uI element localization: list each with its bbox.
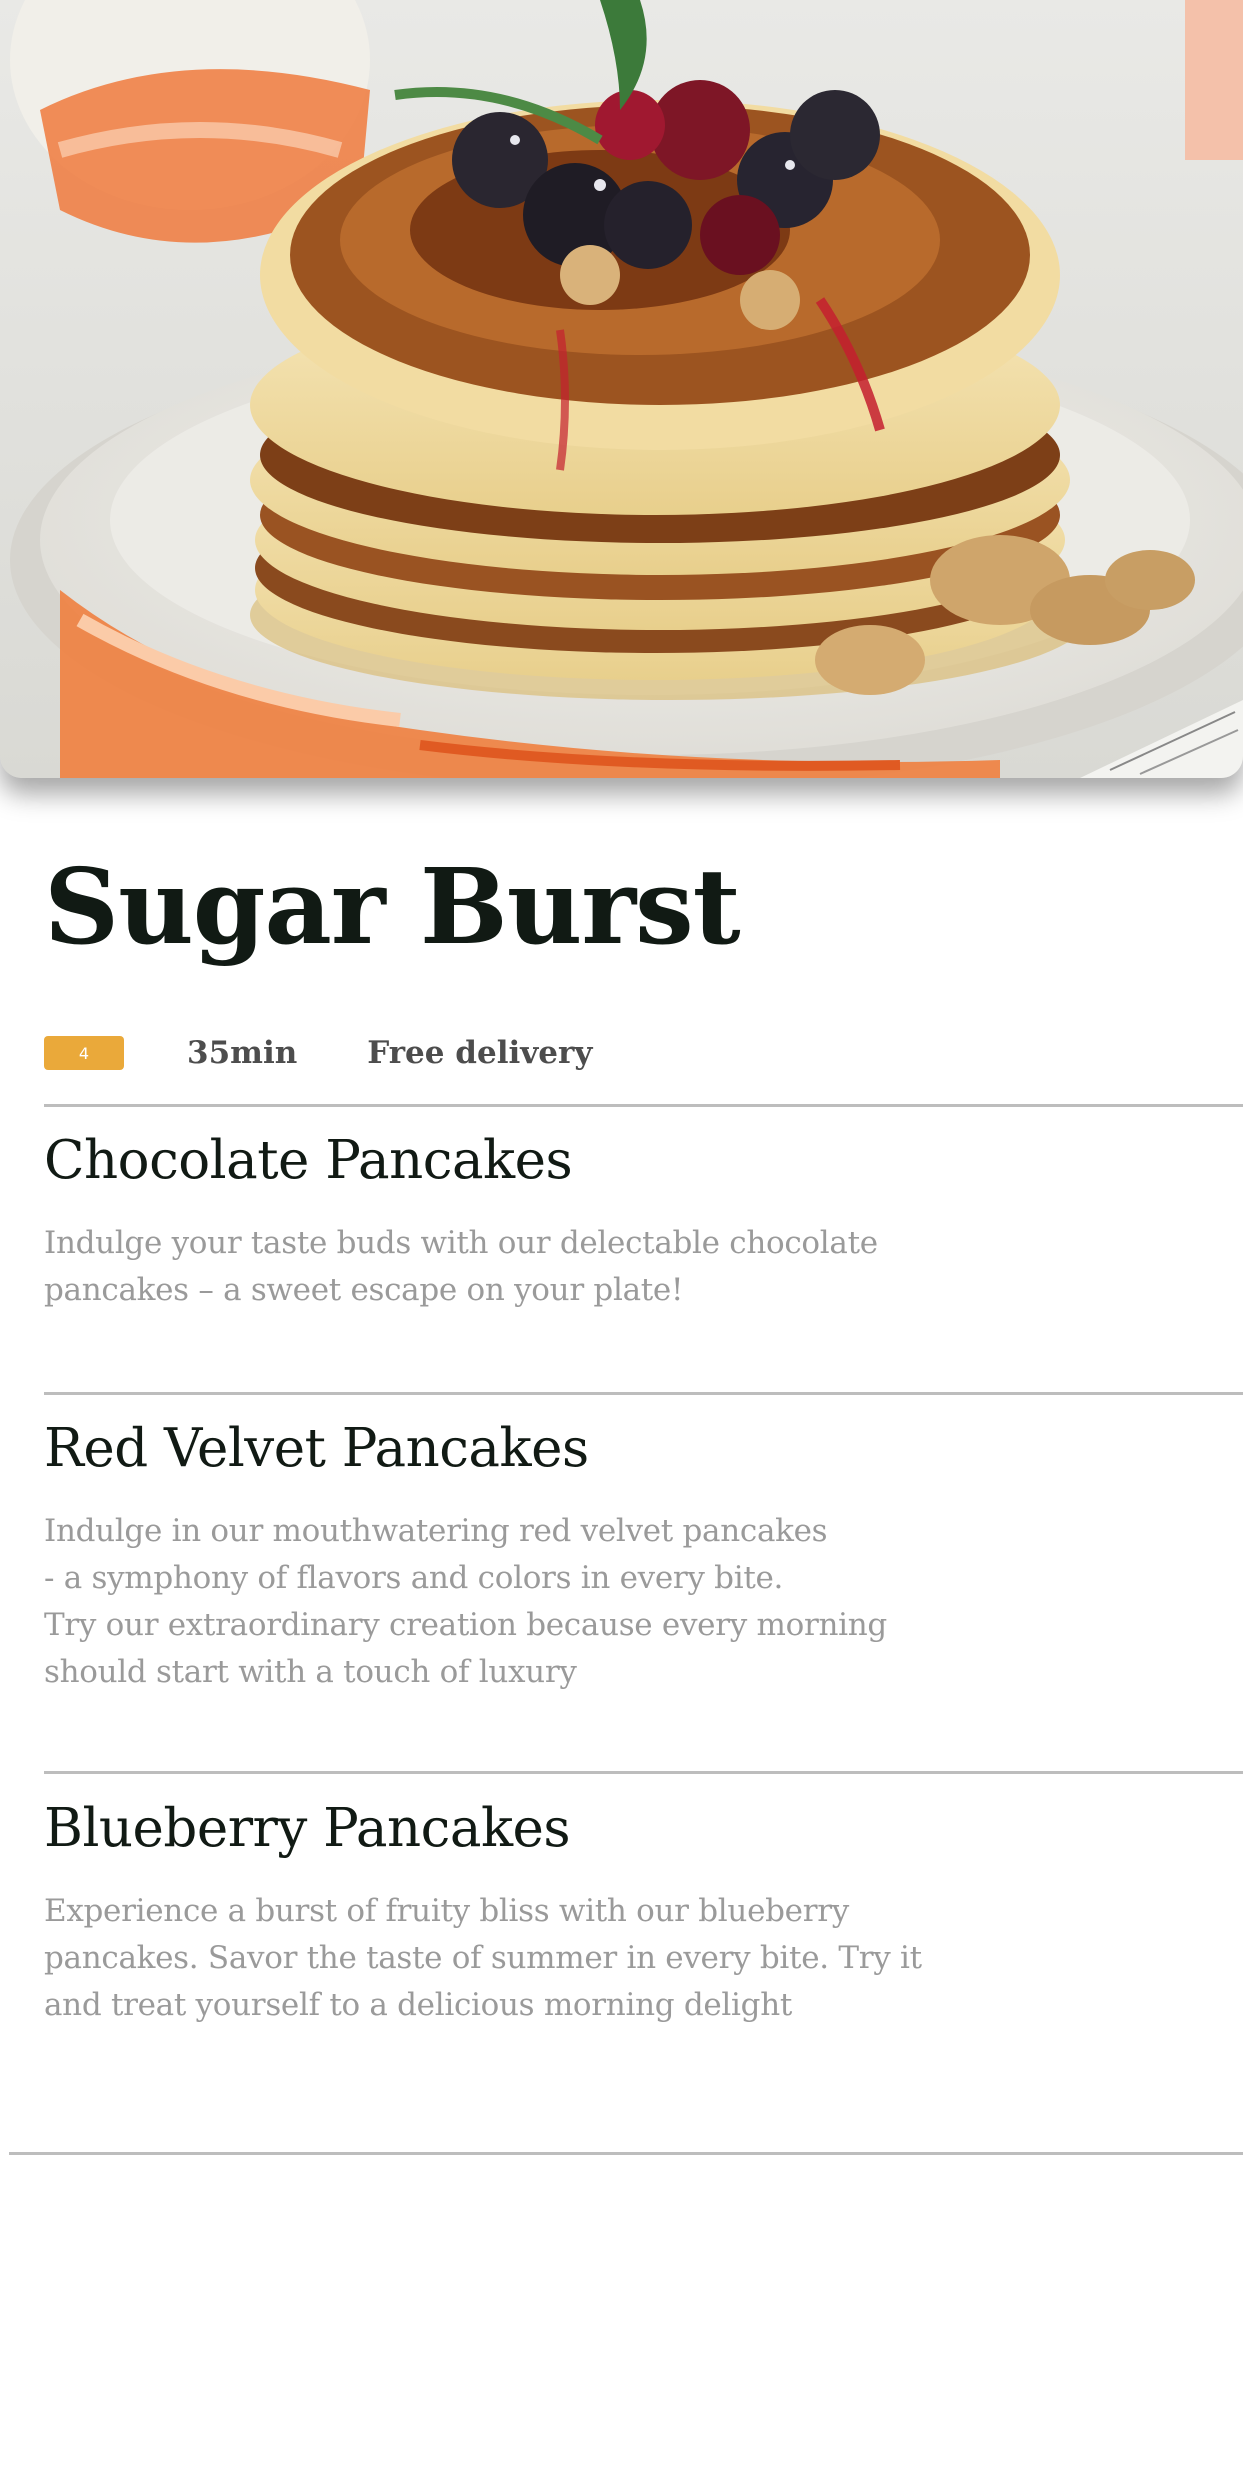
delivery-time: 35min — [187, 1035, 298, 1071]
divider — [44, 1771, 1243, 1774]
divider — [44, 1392, 1243, 1395]
delivery-fee: Free delivery — [367, 1035, 593, 1071]
menu-item-chocolate-pancakes[interactable]: Chocolate Pancakes Indulge your taste bu… — [44, 1130, 1044, 1314]
menu-item-blueberry-pancakes[interactable]: Blueberry Pancakes Experience a burst of… — [44, 1798, 1044, 2029]
restaurant-meta: 4 35min Free delivery — [44, 1030, 592, 1076]
menu-item-red-velvet-pancakes[interactable]: Red Velvet Pancakes Indulge in our mouth… — [44, 1418, 1044, 1696]
menu-item-description: Indulge in our mouthwatering red velvet … — [44, 1513, 887, 1691]
menu-item-name: Blueberry Pancakes — [44, 1798, 571, 1859]
hero-image — [0, 0, 1243, 778]
menu-item-name: Chocolate Pancakes — [44, 1130, 573, 1191]
divider — [9, 2152, 1243, 2155]
restaurant-name: Sugar Burst — [44, 845, 741, 968]
divider — [44, 1104, 1243, 1107]
menu-item-description: Experience a burst of fruity bliss with … — [44, 1893, 922, 2024]
menu-item-name: Red Velvet Pancakes — [44, 1418, 589, 1479]
rating-badge: 4 — [44, 1036, 124, 1070]
menu-item-description: Indulge your taste buds with our delecta… — [44, 1225, 878, 1309]
